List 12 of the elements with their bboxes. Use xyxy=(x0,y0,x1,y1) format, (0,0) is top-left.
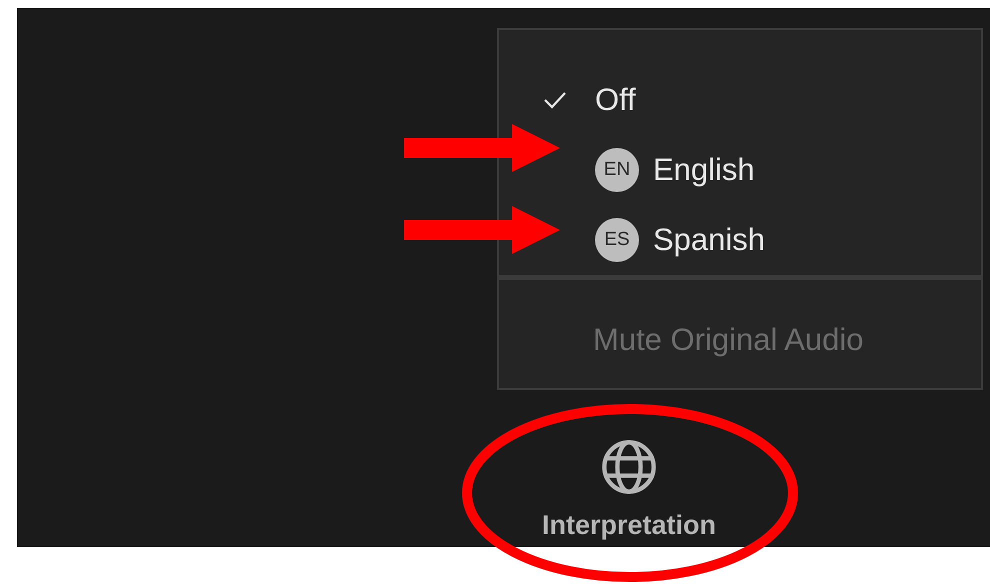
mute-original-audio-option: Mute Original Audio xyxy=(499,322,981,358)
globe-icon xyxy=(600,438,658,496)
language-option[interactable]: EN English xyxy=(499,135,981,205)
option-label: Off xyxy=(595,82,636,118)
interpretation-button[interactable]: Interpretation xyxy=(517,438,741,541)
language-option[interactable]: ES Spanish xyxy=(499,205,981,275)
option-label: English xyxy=(653,152,755,188)
checkmark-icon xyxy=(543,91,567,109)
language-badge: EN xyxy=(595,148,639,192)
language-badge: ES xyxy=(595,218,639,262)
option-label: Spanish xyxy=(653,222,766,258)
language-option[interactable]: Off xyxy=(499,65,981,135)
